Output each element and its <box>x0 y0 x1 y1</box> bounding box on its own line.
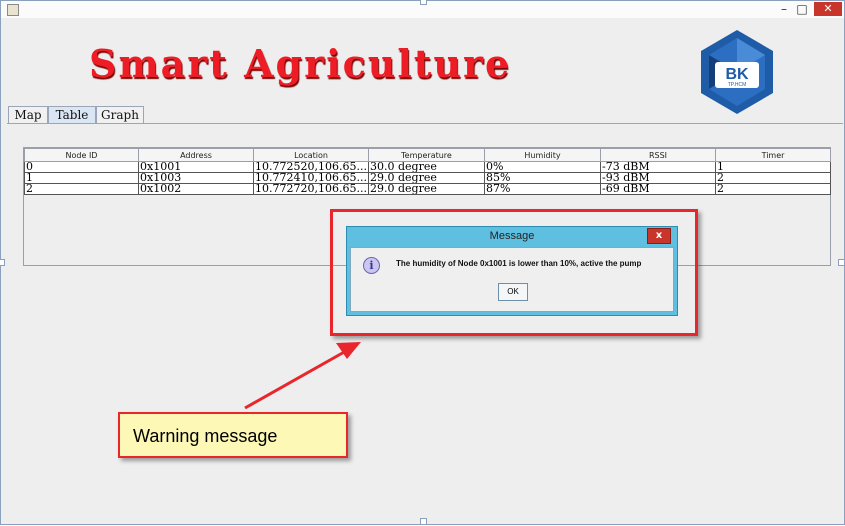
resize-handle-bottom[interactable] <box>420 518 427 525</box>
warning-callout: Warning message <box>118 412 348 458</box>
resize-handle-right[interactable] <box>838 259 845 266</box>
resize-handle-left[interactable] <box>0 259 5 266</box>
resize-handle-top[interactable] <box>420 0 427 5</box>
app-window: – □ ✕ Smart Agriculture BK TP.HCM Map Ta… <box>0 0 845 525</box>
callout-text: Warning message <box>133 426 278 446</box>
